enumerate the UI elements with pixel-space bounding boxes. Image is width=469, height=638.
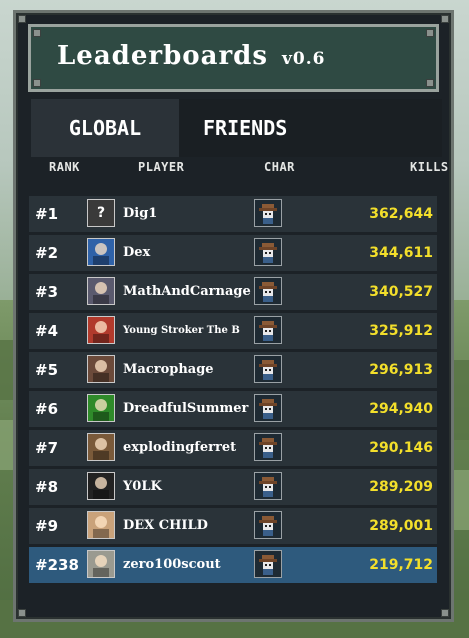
character-portrait-icon [254,433,282,461]
tab-friends[interactable]: FRIENDS [203,99,363,157]
animal-avatar-icon [87,433,115,461]
tab-global[interactable]: GLOBAL [31,99,179,157]
kills-value: 325,912 [369,323,433,339]
current-player-row[interactable]: #238 zero100scout 219,712 [29,547,437,583]
cat-avatar-icon [87,238,115,266]
player-name: DreadfulSummer [123,401,249,416]
player-name: Young Stroker The B [123,325,240,336]
character-portrait-icon [254,394,282,422]
player-name: Dig1 [123,206,158,221]
character-portrait-icon [254,316,282,344]
rank-cell: #5 [35,361,59,379]
column-header-player: PLAYER [138,160,185,174]
player-name: MathAndCarnage [123,284,251,299]
table-row[interactable]: #9 DEX CHILD 289,001 [29,508,437,544]
player-name: Y0LK [123,479,162,494]
table-row[interactable]: #4 Young Stroker The B 325,912 [29,313,437,349]
rank-cell: #1 [35,205,59,223]
kills-value: 296,913 [369,362,433,378]
kills-value: 362,644 [369,206,433,222]
player-name: zero100scout [123,557,221,572]
table-row[interactable]: #3 MathAndCarnage 340,527 [29,274,437,310]
character-portrait-icon [254,550,282,578]
rank-cell: #6 [35,400,59,418]
character-portrait-icon [254,199,282,227]
kills-value: 289,001 [369,518,433,534]
column-header-char: CHAR [264,160,295,174]
person-avatar-icon [87,355,115,383]
table-row[interactable]: #6 DreadfulSummer 294,940 [29,391,437,427]
question-mark-avatar-icon: ? [87,199,115,227]
table-row[interactable]: #2 Dex 344,611 [29,235,437,271]
player-name: Macrophage [123,362,214,377]
photo-avatar-icon [87,550,115,578]
tab-bar: GLOBAL FRIENDS [31,99,442,157]
kills-value: 219,712 [369,557,433,573]
avatar-glyph: ? [96,205,106,221]
character-portrait-icon [254,472,282,500]
rank-cell: #7 [35,439,59,457]
player-name: explodingferret [123,440,237,455]
page-title: Leaderboards v0.6 [57,41,326,71]
person-avatar-icon [87,277,115,305]
leaderboard-rows: #1? Dig1 362,644 #2 Dex 344,611 #3 MathAndCarna… [29,196,437,586]
character-portrait-icon [254,511,282,539]
rank-cell: #4 [35,322,59,340]
column-header-kills: KILLS [410,160,449,174]
player-name: Dex [123,245,151,260]
rank-cell: #8 [35,478,59,496]
cat-avatar-icon [87,511,115,539]
table-row[interactable]: #7 explodingferret 290,146 [29,430,437,466]
character-portrait-icon [254,277,282,305]
rank-cell: #238 [35,556,79,574]
kills-value: 290,146 [369,440,433,456]
clown-avatar-icon [87,316,115,344]
kills-value: 294,940 [369,401,433,417]
kills-value: 289,209 [369,479,433,495]
version-label: v0.6 [282,49,326,69]
toilet-avatar-icon [87,472,115,500]
column-header-rank: RANK [49,160,80,174]
table-row[interactable]: #1? Dig1 362,644 [29,196,437,232]
rank-cell: #9 [35,517,59,535]
table-row[interactable]: #5 Macrophage 296,913 [29,352,437,388]
rank-cell: #3 [35,283,59,301]
player-name: DEX CHILD [123,518,208,533]
kills-value: 344,611 [369,245,433,261]
table-row[interactable]: #8 Y0LK 289,209 [29,469,437,505]
title-text: Leaderboards [57,41,268,71]
rank-cell: #2 [35,244,59,262]
kills-value: 340,527 [369,284,433,300]
green-creature-avatar-icon [87,394,115,422]
character-portrait-icon [254,238,282,266]
character-portrait-icon [254,355,282,383]
leaderboard-header: Leaderboards v0.6 [28,24,439,92]
